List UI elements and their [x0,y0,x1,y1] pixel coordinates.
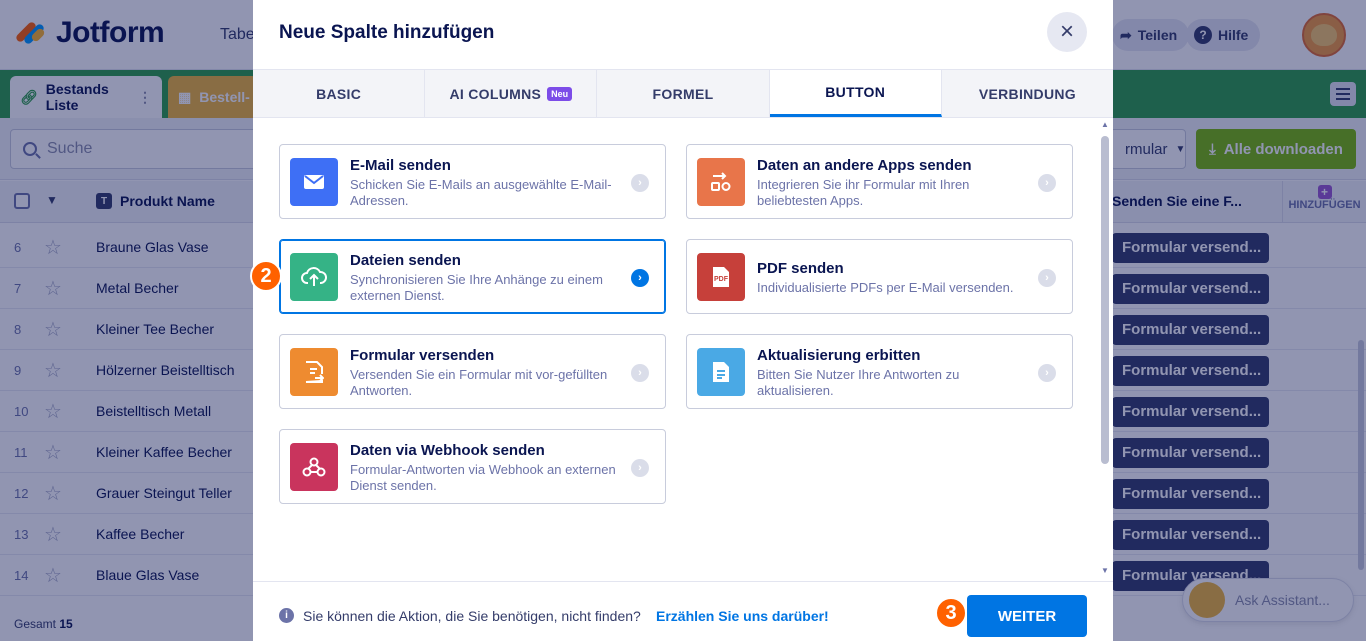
card-description: Individualisierte PDFs per E-Mail versen… [757,280,1014,295]
card-webhook-senden[interactable]: Daten via Webhook senden Formular-Antwor… [279,429,666,504]
card-description: Integrieren Sie ihr Formular mit Ihren b… [757,177,970,208]
modal-title: Neue Spalte hinzufügen [279,22,495,43]
chevron-right-icon: › [1038,174,1056,192]
apps-icon [697,158,745,206]
card-title: PDF senden [757,260,844,277]
close-icon[interactable]: × [1047,12,1087,52]
footer-info-text: Sie können die Aktion, die Sie benötigen… [303,608,641,624]
step-marker-3: 3 [935,597,967,629]
card-title: Aktualisierung erbitten [757,347,921,364]
document-icon [697,348,745,396]
action-card-list: E-Mail senden Schicken Sie E-Mails an au… [253,118,1113,580]
chevron-right-icon: › [631,269,649,287]
feedback-link[interactable]: Erzählen Sie uns darüber! [656,608,829,624]
modal-tabs: BASIC AI COLUMNS Neu FORMEL BUTTON VERBIN… [253,69,1113,118]
card-title: Formular versenden [350,347,495,364]
tab-button[interactable]: BUTTON [769,70,942,117]
modal-scrollbar[interactable]: ▲ ▼ [1099,120,1111,578]
tab-ai-columns[interactable]: AI COLUMNS Neu [425,70,598,117]
card-title: Daten via Webhook senden [350,442,545,459]
add-column-modal: Neue Spalte hinzufügen × BASIC AI COLUMN… [253,0,1113,641]
card-description: Schicken Sie E-Mails an ausgewählte E-Ma… [350,177,612,208]
card-description: Formular-Antworten via Webhook an extern… [350,462,616,493]
card-formular-versenden[interactable]: Formular versenden Versenden Sie ein For… [279,334,666,409]
tab-verbindung[interactable]: VERBINDUNG [942,70,1113,117]
envelope-icon [290,158,338,206]
scroll-up-icon[interactable]: ▲ [1101,120,1109,129]
chevron-right-icon: › [631,174,649,192]
tab-label: FORMEL [652,85,714,102]
card-title: Daten an andere Apps senden [757,157,972,174]
card-description: Versenden Sie ein Formular mit vor-gefül… [350,367,608,398]
tab-label: AI COLUMNS [449,85,542,102]
pdf-icon: PDF [697,253,745,301]
cloud-upload-icon [290,253,338,301]
tab-label: VERBINDUNG [978,85,1076,102]
card-aktualisierung-erbitten[interactable]: Aktualisierung erbitten Bitten Sie Nutze… [686,334,1073,409]
scrollbar-thumb[interactable] [1101,136,1109,464]
card-description: Bitten Sie Nutzer Ihre Antworten zu aktu… [757,367,960,398]
card-daten-an-apps[interactable]: Daten an andere Apps senden Integrieren … [686,144,1073,219]
form-send-icon [290,348,338,396]
step-marker-2: 2 [250,260,282,292]
chevron-right-icon: › [1038,364,1056,382]
chevron-right-icon: › [1038,269,1056,287]
new-badge: Neu [547,86,573,101]
card-email-senden[interactable]: E-Mail senden Schicken Sie E-Mails an au… [279,144,666,219]
card-dateien-senden[interactable]: Dateien senden Synchronisieren Sie Ihre … [279,239,666,314]
info-icon: i [279,608,294,623]
scroll-down-icon[interactable]: ▼ [1101,566,1109,575]
modal-footer: i Sie können die Aktion, die Sie benötig… [253,581,1113,641]
next-button[interactable]: WEITER [967,595,1087,637]
tab-formel[interactable]: FORMEL [597,70,770,117]
tab-label: BUTTON [825,84,886,100]
chevron-right-icon: › [631,364,649,382]
card-pdf-senden[interactable]: PDF PDF senden Individualisierte PDFs pe… [686,239,1073,314]
card-title: Dateien senden [350,252,461,269]
webhook-icon [290,443,338,491]
card-description: Synchronisieren Sie Ihre Anhänge zu eine… [350,272,603,303]
card-title: E-Mail senden [350,157,451,174]
tab-basic[interactable]: BASIC [253,70,426,117]
chevron-right-icon: › [631,459,649,477]
tab-label: BASIC [316,85,362,102]
pdf-glyph: PDF [714,276,728,283]
